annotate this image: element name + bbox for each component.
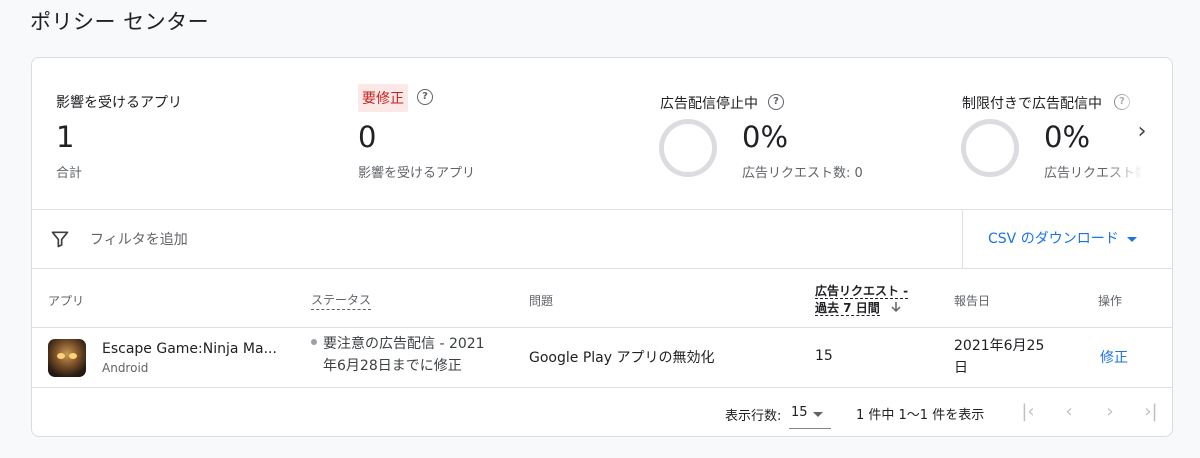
column-header-action: 操作 — [1098, 294, 1123, 308]
metric-value: 0% — [742, 120, 789, 154]
last-page-icon[interactable]: ›| — [1138, 399, 1164, 425]
issue-cell: Google Play アプリの無効化 — [529, 350, 715, 366]
metric-value: 1 — [56, 120, 75, 154]
csv-download-area: CSV のダウンロード — [962, 210, 1172, 268]
column-header-requests[interactable]: 広告リクエスト - 過去 7 日間 — [815, 283, 909, 317]
pagination: 表示行数: 15 1 件中 1〜1 件を表示 |‹ ‹ › ›| — [32, 389, 1172, 436]
add-filter-input[interactable]: フィルタを追加 — [90, 229, 188, 249]
requests-header-line2: 過去 7 日間 — [815, 301, 880, 316]
column-header-reported: 報告日 — [954, 294, 991, 308]
chevron-right-icon[interactable]: › — [1130, 121, 1154, 145]
fix-link[interactable]: 修正 — [1100, 347, 1128, 367]
donut-chart — [961, 119, 1019, 177]
caret-down-icon — [813, 412, 823, 417]
table-row[interactable]: Escape Game:Ninja Ma... Android 要注意の広告配信… — [32, 328, 1172, 388]
metric-value: 0% — [1044, 120, 1091, 154]
requests-header-line1: 広告リクエスト - — [815, 284, 909, 299]
ninja-eye-icon — [69, 353, 77, 359]
caret-down-icon — [1126, 236, 1137, 242]
status-line2: 年6月28日までに修正 — [323, 358, 462, 374]
rows-per-page-value: 15 — [791, 405, 808, 420]
requests-cell: 15 — [815, 348, 833, 364]
app-icon — [48, 339, 86, 377]
filter-icon[interactable] — [50, 229, 70, 249]
metric-label: 制限付きで広告配信中 — [962, 96, 1102, 112]
policy-card: 影響を受けるアプリ 1 合計 要修正 ? 0 影響を受けるアプリ 広告配信停止中… — [31, 57, 1173, 437]
help-icon[interactable]: ? — [768, 94, 784, 110]
metric-sub: 広告リクエスト数: 0 — [742, 166, 863, 181]
reported-cell: 2021年6月25 日 — [954, 335, 1044, 379]
app-name[interactable]: Escape Game:Ninja Ma... — [102, 341, 277, 357]
reported-line1: 2021年6月25 — [954, 338, 1045, 354]
page-title: ポリシー センター — [30, 10, 210, 34]
reported-line2: 日 — [954, 360, 968, 376]
app-platform: Android — [102, 361, 149, 375]
page-range: 1 件中 1〜1 件を表示 — [856, 408, 985, 423]
metric-needs-fix[interactable]: 要修正 ? 0 影響を受けるアプリ — [332, 58, 632, 209]
ninja-eye-icon — [57, 353, 65, 359]
arrow-down-icon — [891, 302, 901, 313]
metric-sub: 合計 — [56, 166, 83, 181]
csv-download-button[interactable]: CSV のダウンロード — [988, 228, 1137, 248]
metric-value: 0 — [358, 120, 377, 154]
rows-per-page-label: 表示行数: — [725, 409, 782, 424]
status-cell: 要注意の広告配信 - 2021 年6月28日までに修正 — [311, 333, 511, 377]
prev-page-icon[interactable]: ‹ — [1056, 399, 1082, 425]
metric-label: 広告配信停止中 — [660, 96, 758, 112]
metric-affected-apps: 影響を受けるアプリ 1 合計 — [32, 58, 332, 209]
column-header-app: アプリ — [48, 294, 85, 308]
column-header-status[interactable]: ステータス — [311, 291, 372, 310]
filter-bar: フィルタを追加 CSV のダウンロード — [32, 210, 1172, 269]
donut-chart — [659, 119, 717, 177]
table-header: アプリ ステータス 問題 広告リクエスト - 過去 7 日間 報告日 操作 — [32, 269, 1172, 328]
status-line1: 要注意の広告配信 - 2021 — [323, 336, 485, 352]
summary-carousel: 影響を受けるアプリ 1 合計 要修正 ? 0 影響を受けるアプリ 広告配信停止中… — [32, 58, 1172, 210]
next-page-icon[interactable]: › — [1097, 399, 1123, 425]
csv-download-label: CSV のダウンロード — [988, 231, 1119, 247]
rows-per-page-select[interactable]: 15 — [789, 403, 831, 429]
help-icon[interactable]: ? — [417, 89, 433, 105]
metric-label: 影響を受けるアプリ — [56, 95, 182, 111]
first-page-icon[interactable]: |‹ — [1015, 399, 1041, 425]
needs-fix-chip: 要修正 — [358, 84, 408, 112]
metric-sub: 影響を受けるアプリ — [358, 166, 476, 181]
column-header-issue: 問題 — [529, 294, 554, 308]
metric-ad-serving-stopped[interactable]: 広告配信停止中 ? 0% 広告リクエスト数: 0 — [632, 58, 932, 209]
status-dot-icon — [311, 339, 317, 345]
